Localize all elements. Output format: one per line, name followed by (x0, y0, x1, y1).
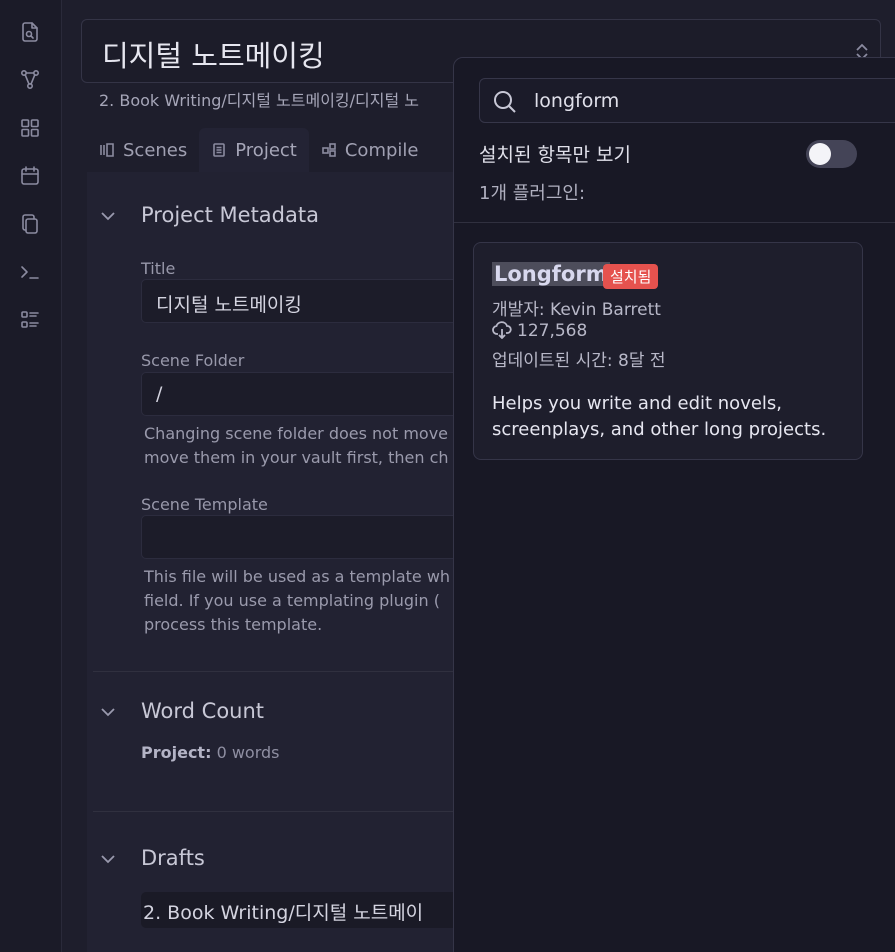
tab-project[interactable]: Project (199, 128, 309, 172)
terminal-icon[interactable] (17, 259, 43, 285)
search-icon (492, 89, 518, 115)
download-cloud-icon (492, 321, 512, 340)
title-label: Title (141, 259, 176, 278)
search-value: longform (534, 90, 620, 112)
installed-only-label: 설치된 항목만 보기 (479, 144, 631, 166)
chevron-down-icon[interactable] (99, 850, 117, 868)
document-icon (213, 143, 226, 157)
list-icon[interactable] (17, 307, 43, 333)
plugin-updated: 업데이트된 시간: 8달 전 (492, 351, 666, 371)
toggle-knob (809, 143, 831, 165)
downloads-count: 127,568 (517, 321, 588, 341)
plugin-downloads: 127,568 (492, 321, 587, 341)
tab-bar: Scenes Project Compile (87, 128, 430, 172)
scene-folder-label: Scene Folder (141, 351, 245, 370)
search-file-icon[interactable] (17, 19, 43, 45)
copy-icon[interactable] (17, 211, 43, 237)
tab-scenes[interactable]: Scenes (87, 128, 199, 172)
tab-compile-label: Compile (344, 139, 419, 161)
section-title-word-count[interactable]: Word Count (141, 699, 264, 723)
word-count-value: 0 words (216, 743, 280, 762)
installed-only-toggle[interactable] (806, 140, 857, 168)
scenes-icon (100, 143, 114, 157)
compile-icon (322, 143, 336, 157)
tab-scenes-label: Scenes (123, 139, 188, 161)
plugin-author: 개발자: Kevin Barrett (492, 300, 661, 320)
graph-icon[interactable] (17, 67, 43, 93)
section-title-drafts[interactable]: Drafts (141, 846, 205, 870)
project-title: 디지털 노트메이킹 (102, 39, 325, 73)
chevron-down-icon[interactable] (99, 207, 117, 225)
plugin-search-input[interactable]: longform (479, 78, 895, 123)
installed-badge: 설치됨 (603, 264, 659, 289)
chevron-down-icon[interactable] (99, 703, 117, 721)
plugin-description: Helps you write and edit novels, screenp… (492, 393, 827, 440)
word-count-project: Project: 0 words (141, 743, 280, 762)
popup-divider (454, 222, 895, 223)
community-plugins-popup: longform 설치된 항목만 보기 1개 플러그인: Longform 설치… (453, 57, 895, 952)
grid-icon[interactable] (17, 115, 43, 141)
calendar-icon[interactable] (17, 163, 43, 189)
plugin-card[interactable]: Longform 설치됨 개발자: Kevin Barrett 127,568 … (473, 242, 863, 460)
plugin-count: 1개 플러그인: (479, 183, 586, 204)
tab-project-label: Project (235, 139, 297, 161)
scene-template-label: Scene Template (141, 495, 268, 514)
word-count-label: Project: (141, 743, 212, 762)
left-ribbon (0, 0, 62, 952)
tab-compile[interactable]: Compile (309, 128, 431, 172)
plugin-name: Longform (492, 262, 610, 286)
project-path: 2. Book Writing/디지털 노트메이킹/디지털 노 (99, 91, 419, 110)
section-title-metadata[interactable]: Project Metadata (141, 203, 319, 227)
